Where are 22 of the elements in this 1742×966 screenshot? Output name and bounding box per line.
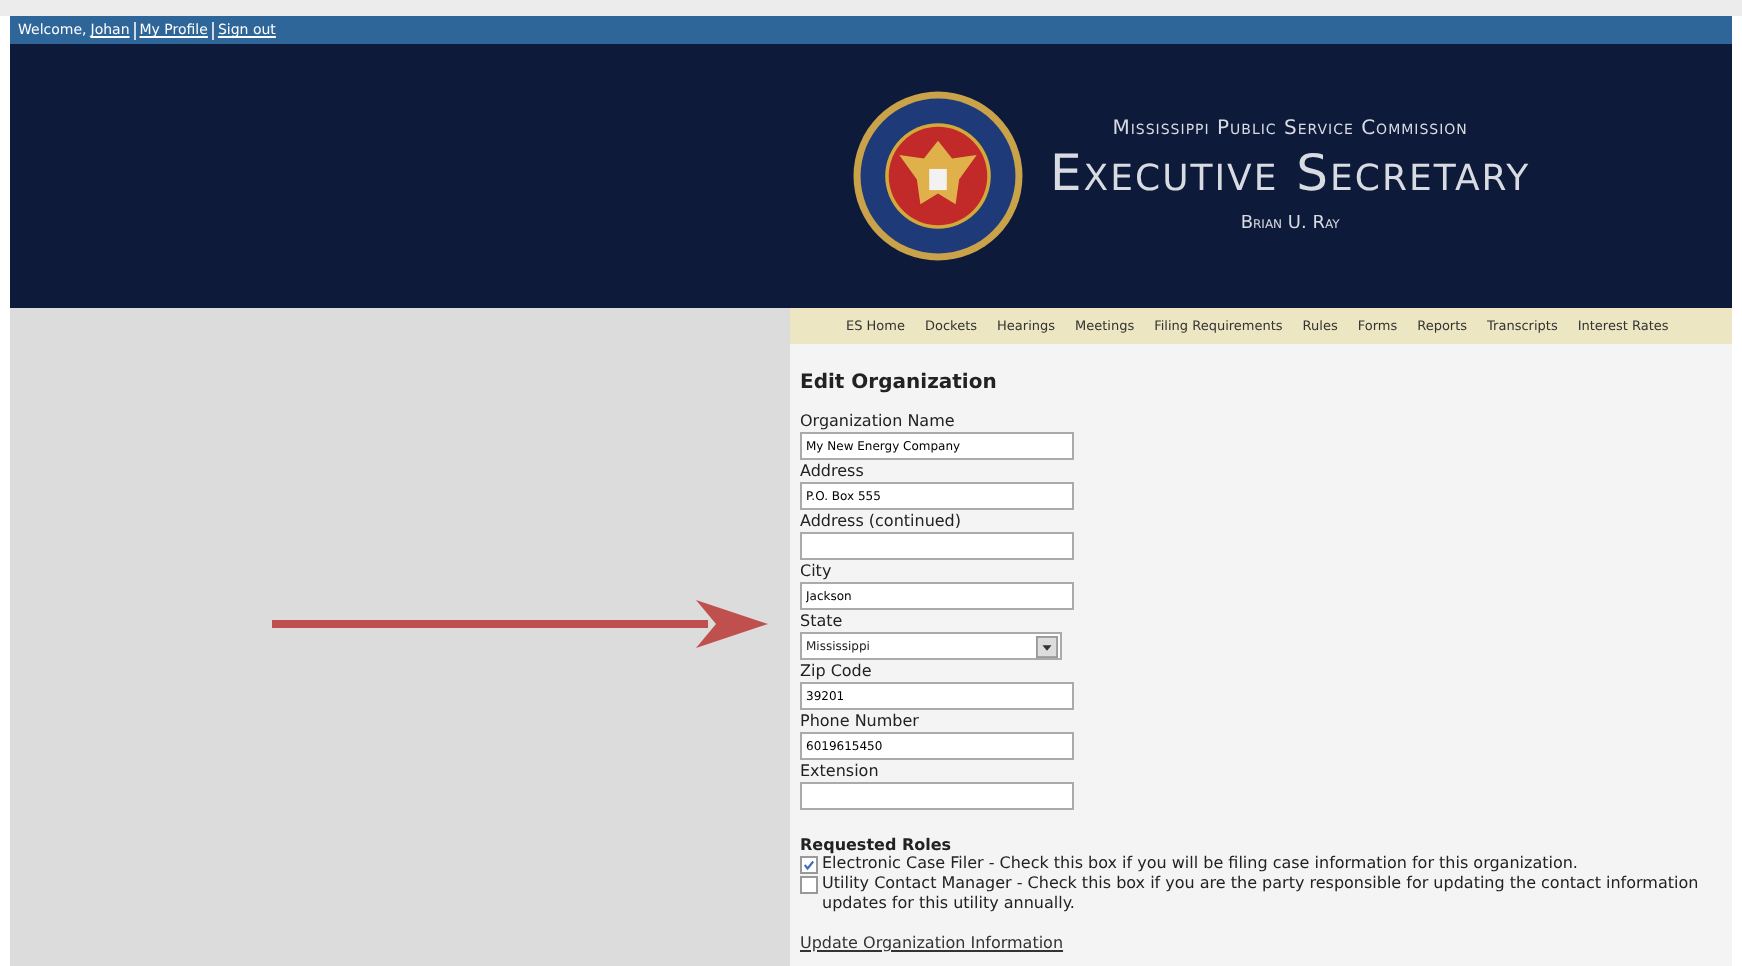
field-label: Zip Code (800, 662, 872, 682)
update-link[interactable]: Update Organization Information (800, 934, 1064, 952)
field-label: Phone Number (800, 712, 919, 732)
checkbox[interactable] (800, 856, 818, 874)
seal-icon (850, 88, 1026, 264)
field-label: Address (continued) (800, 512, 962, 532)
field-label: Extension (800, 762, 879, 782)
form-title: Edit Organization (800, 372, 997, 394)
page-title: Executive Secretary (1050, 144, 1531, 202)
checkbox-label: Utility Contact Manager - Check this box if you are the party responsible for updating the contact information updates for this utility annually. (822, 874, 1701, 914)
field-label: Address (800, 462, 864, 482)
field-label: City (800, 562, 832, 582)
text-field[interactable] (800, 782, 1074, 810)
checkbox[interactable] (800, 876, 818, 894)
person-name: Brian U. Ray (1240, 214, 1340, 234)
dropdown-icon[interactable] (1036, 635, 1058, 657)
checkbox-label: Electronic Case Filer - Check this box if you will be filing case information for this organization. (822, 854, 1578, 874)
section-title: Requested Roles (800, 836, 952, 854)
organization-name: Mississippi Public Service Commission (1112, 118, 1468, 140)
text-field[interactable] (800, 532, 1074, 560)
field-label: Organization Name (800, 412, 955, 432)
field-label: State (800, 612, 843, 632)
